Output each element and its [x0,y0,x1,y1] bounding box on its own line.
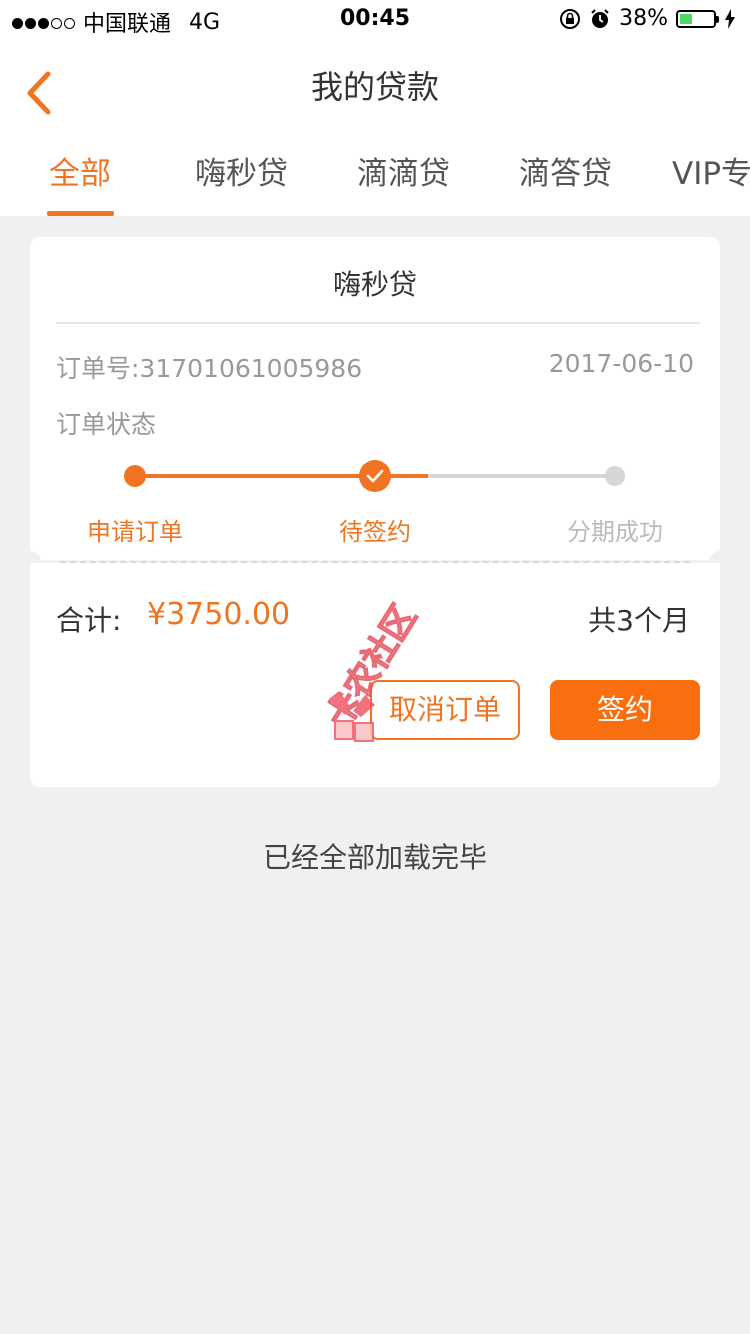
charging-bolt-icon [725,8,735,29]
active-tab-indicator [47,211,114,216]
step-dot-sign [359,460,391,492]
order-card-top: 嗨秒贷 订单号:31701061005986 2017-06-10 订单状态 申… [30,237,720,560]
card-divider [56,322,700,324]
progress-track-pending [428,474,615,478]
tab-all[interactable]: 全部 [49,148,111,193]
tab-didadai-2[interactable]: 滴答贷 [519,148,612,193]
alarm-icon [591,8,609,28]
step-label-success: 分期成功 [567,518,663,546]
product-name: 嗨秒贷 [332,268,417,301]
sign-contract-button[interactable]: 签约 [550,680,700,740]
battery-icon [676,9,719,28]
battery-percent: 38% [619,6,668,31]
order-date: 2017-06-10 [548,349,694,378]
step-label-apply: 申请订单 [87,518,183,546]
tab-didadai[interactable]: 滴滴贷 [357,148,450,193]
tab-vip[interactable]: VIP专 [672,148,750,193]
svg-text:卡农社区: 卡农社区 [319,598,425,735]
loan-category-tabs: 全部 嗨秒贷 滴滴贷 滴答贷 VIP专 [0,128,750,216]
step-dot-success [605,466,625,486]
total-amount: ¥3750.00 [147,597,291,632]
page-title: 我的贷款 [310,68,439,106]
installment-months: 共3个月 [588,604,690,637]
checkmark-icon [366,469,384,483]
load-complete-text: 已经全部加载完毕 [262,841,487,874]
status-bar-right: 38% [559,6,736,31]
total-label: 合计: [56,604,122,637]
rotation-lock-icon [560,8,581,29]
status-bar: 中国联通 4G 00:45 38% [0,0,750,40]
watermark-logo: 卡农社区 [318,598,425,742]
tab-haimiaodai[interactable]: 嗨秒贷 [195,148,288,193]
order-number: 订单号:31701061005986 [56,354,363,383]
step-label-sign: 待签约 [339,518,411,546]
order-status-label: 订单状态 [56,410,157,439]
step-dot-apply [124,465,146,487]
navigation-bar: 我的贷款 [0,40,750,128]
